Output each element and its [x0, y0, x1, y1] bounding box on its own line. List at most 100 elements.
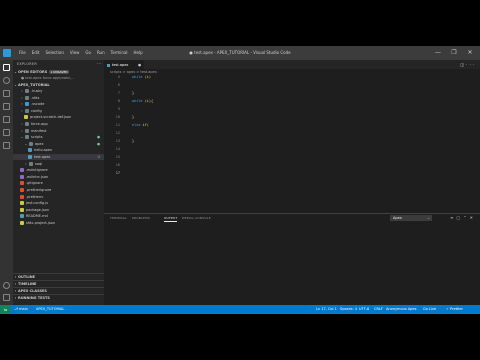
menu-edit[interactable]: Edit — [29, 46, 43, 60]
apex-classes-section[interactable]: › APEX CLASSES — [13, 287, 104, 294]
tree-file[interactable]: package.json — [13, 207, 104, 213]
encoding[interactable]: UTF-8 — [359, 305, 369, 314]
running-tests-section[interactable]: › RUNNING TESTS — [13, 294, 104, 301]
tree-folder[interactable]: › soql — [13, 161, 104, 167]
tab-test-apex[interactable]: test.apex ● — [104, 60, 144, 69]
salesforce-org-icon[interactable] — [3, 142, 10, 149]
file-icon — [20, 174, 24, 179]
file-icon — [20, 214, 24, 219]
more-actions-icon[interactable]: ··· — [97, 61, 101, 66]
code-editor[interactable]: 5 6 7 8 9 10 11 12 13 14 15 16 17 while (i) } while … — [104, 74, 480, 214]
open-editor-item[interactable]: ● test.apex force-app\main\... — [13, 75, 104, 81]
timeline-section[interactable]: › TIMELINE — [13, 280, 104, 287]
folder-icon — [25, 95, 29, 100]
tab-debug-console[interactable]: DEBUG CONSOLE — [182, 216, 211, 220]
maximize-button[interactable]: ❐ — [446, 46, 462, 60]
project-label: APEX_TUTORIAL — [18, 83, 50, 87]
tree-file[interactable]: test.apex U — [13, 154, 104, 160]
tree-folder[interactable]: › force-app — [13, 121, 104, 127]
code-line: else if( — [132, 123, 149, 127]
git-status-badge: U — [97, 155, 100, 159]
minimize-button[interactable]: — — [430, 46, 446, 60]
tree-file[interactable]: .gitignore — [13, 180, 104, 186]
tab-label: test.apex — [112, 63, 129, 67]
folder-icon — [29, 141, 33, 146]
go-live-button[interactable]: Go Live — [423, 305, 436, 314]
menu-terminal[interactable]: Terminal — [108, 46, 131, 60]
tree-file[interactable]: .eslintrc.json — [13, 174, 104, 180]
tree-folder[interactable]: › config — [13, 108, 104, 114]
file-icon — [24, 115, 28, 120]
chevron-right-icon: › — [21, 95, 23, 100]
bottom-panel: TERMINAL PROBLEMS OUTPUT DEBUG CONSOLE A… — [104, 213, 480, 305]
tree-file[interactable]: .eslintignore — [13, 167, 104, 173]
chevron-down-icon: ⌄ — [427, 216, 430, 220]
open-editors-label: OPEN EDITORS — [18, 70, 48, 74]
testing-icon[interactable] — [3, 129, 10, 136]
menu-go[interactable]: Go — [82, 46, 94, 60]
menu-file[interactable]: File — [16, 46, 29, 60]
cursor-position[interactable]: Ln 17, Col 1 — [316, 305, 337, 314]
explorer-icon[interactable] — [3, 64, 10, 71]
tree-file[interactable]: hello.apex — [13, 147, 104, 153]
tab-problems[interactable]: PROBLEMS — [132, 216, 150, 220]
window-title: ● test.apex - APEX_TUTORIAL - Visual Stu… — [189, 50, 291, 55]
tree-file[interactable]: project-scratch-def.json — [13, 114, 104, 120]
tree-item-label: apex — [35, 141, 44, 146]
tree-folder[interactable]: ⌄ apex ● — [13, 141, 104, 147]
tree-folder[interactable]: › .vscode — [13, 101, 104, 107]
settings-gear-icon[interactable] — [3, 294, 10, 301]
outline-section[interactable]: › OUTLINE — [13, 273, 104, 280]
tab-terminal[interactable]: TERMINAL — [110, 216, 127, 220]
tree-file[interactable]: sfdx-project.json — [13, 220, 104, 226]
tab-output[interactable]: OUTPUT — [164, 216, 178, 222]
tree-item-label: .prettierrc — [26, 194, 44, 199]
close-window-button[interactable]: ✕ — [462, 46, 478, 60]
search-icon[interactable] — [3, 77, 10, 84]
tree-item-label: package.json — [26, 207, 50, 212]
output-channel-select[interactable]: Apex ⌄ — [390, 215, 432, 221]
file-icon — [20, 168, 24, 173]
tree-item-label: hello.apex — [34, 148, 53, 153]
more-actions-icon[interactable]: ··· — [466, 62, 476, 67]
language-mode[interactable]: Anonymous Apex — [386, 305, 417, 314]
line-number: 15 — [115, 155, 120, 159]
tree-file[interactable]: .prettierignore — [13, 187, 104, 193]
menu-view[interactable]: View — [67, 46, 83, 60]
menu-selection[interactable]: Selection — [42, 46, 66, 60]
indentation[interactable]: Spaces: 4 — [340, 305, 357, 314]
remote-indicator-icon[interactable]: ⇋ — [0, 305, 11, 314]
tree-file[interactable]: .prettierrc — [13, 194, 104, 200]
tree-file[interactable]: README.md — [13, 213, 104, 219]
file-icon — [28, 155, 32, 159]
folder-icon — [25, 135, 29, 140]
account-icon[interactable] — [3, 282, 10, 289]
extensions-icon[interactable] — [3, 116, 10, 123]
tree-folder[interactable]: › .sfdx — [13, 95, 104, 101]
menu-run[interactable]: Run — [94, 46, 108, 60]
branch-indicator[interactable]: ⎇ main — [14, 305, 28, 314]
line-endings[interactable]: CRLF — [374, 305, 383, 314]
menu-help[interactable]: Help — [131, 46, 146, 60]
tree-item-label: README.md — [26, 214, 48, 219]
close-panel-icon[interactable]: ✕ — [470, 215, 476, 220]
folder-icon — [25, 102, 29, 107]
tree-item-label: .prettierignore — [26, 188, 52, 192]
line-number: 11 — [115, 123, 120, 127]
tree-folder[interactable]: ⌄ scripts ● — [13, 134, 104, 140]
tree-folder[interactable]: › .husky — [13, 88, 104, 94]
prettier-status[interactable]: ✓ Prettier — [446, 305, 463, 314]
tree-folder[interactable]: › manifest — [13, 128, 104, 134]
org-indicator[interactable]: APEX_TUTORIAL — [36, 305, 64, 314]
line-number: 12 — [115, 131, 120, 135]
running-tests-label: RUNNING TESTS — [18, 296, 50, 300]
chevron-down-icon: ⌄ — [20, 135, 24, 140]
chevron-right-icon: › — [21, 89, 23, 93]
unsaved-dot-icon[interactable]: ● — [138, 61, 141, 70]
tree-file[interactable]: jest.config.js — [13, 200, 104, 206]
run-debug-icon[interactable] — [3, 103, 10, 110]
source-control-icon[interactable] — [3, 90, 10, 97]
line-number: 9 — [117, 107, 120, 111]
line-number: 5 — [117, 75, 120, 79]
tree-item-label: soql — [35, 161, 43, 166]
